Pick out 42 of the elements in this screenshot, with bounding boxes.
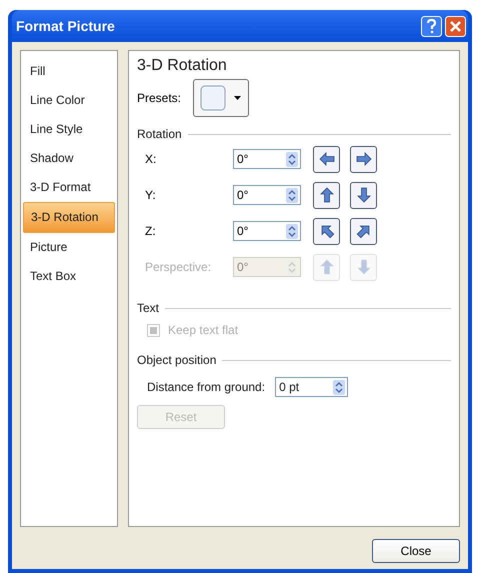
distance-spinner[interactable]: 0 pt bbox=[275, 377, 348, 397]
rotate-button[interactable] bbox=[350, 182, 377, 208]
window-title: Format Picture bbox=[16, 18, 115, 34]
axis-label: Y: bbox=[145, 188, 157, 202]
category-item[interactable]: Line Style bbox=[23, 115, 115, 144]
help-icon[interactable] bbox=[421, 16, 442, 36]
angle-spinner[interactable]: 0° bbox=[233, 149, 301, 169]
axis-label: Perspective: bbox=[145, 260, 212, 274]
rotate-button[interactable] bbox=[313, 146, 340, 172]
arrow-icon bbox=[354, 186, 372, 204]
arrow-icon bbox=[318, 150, 336, 168]
close-icon[interactable] bbox=[445, 16, 466, 36]
preset-swatch-icon bbox=[200, 85, 226, 111]
angle-spinner[interactable]: 0° bbox=[233, 185, 301, 205]
caret-icon bbox=[234, 96, 242, 100]
section-title: Object position bbox=[137, 353, 216, 367]
angle-spinner[interactable]: 0° bbox=[233, 221, 301, 241]
section-title: Rotation bbox=[137, 127, 182, 141]
category-item[interactable]: Picture bbox=[23, 233, 115, 262]
distance-label: Distance from ground: bbox=[147, 380, 266, 394]
category-item[interactable]: Shadow bbox=[23, 144, 115, 173]
category-item[interactable]: Text Box bbox=[23, 262, 115, 291]
axis-label: X: bbox=[145, 152, 158, 166]
presets-dropdown[interactable] bbox=[193, 79, 250, 117]
category-item[interactable]: Fill bbox=[23, 57, 115, 86]
rotate-button[interactable] bbox=[313, 182, 340, 208]
panel-heading: 3-D Rotation bbox=[137, 57, 228, 75]
category-item[interactable]: Line Color bbox=[23, 86, 115, 115]
category-item[interactable]: 3-D Format bbox=[23, 173, 115, 202]
arrow-icon bbox=[354, 150, 372, 168]
category-item[interactable]: 3-D Rotation bbox=[23, 202, 115, 233]
close-button[interactable]: Close bbox=[372, 539, 460, 563]
rotate-button[interactable] bbox=[313, 218, 340, 244]
presets-label: Presets: bbox=[137, 91, 182, 105]
rotate-button[interactable] bbox=[350, 218, 377, 244]
section-title: Text bbox=[137, 301, 160, 315]
arrow-icon bbox=[354, 258, 372, 276]
arrow-icon bbox=[318, 186, 336, 204]
checkbox-label: Keep text flat bbox=[168, 323, 238, 337]
axis-label: Z: bbox=[145, 224, 157, 238]
rotate-button[interactable] bbox=[350, 146, 377, 172]
arrow-icon bbox=[318, 258, 336, 276]
